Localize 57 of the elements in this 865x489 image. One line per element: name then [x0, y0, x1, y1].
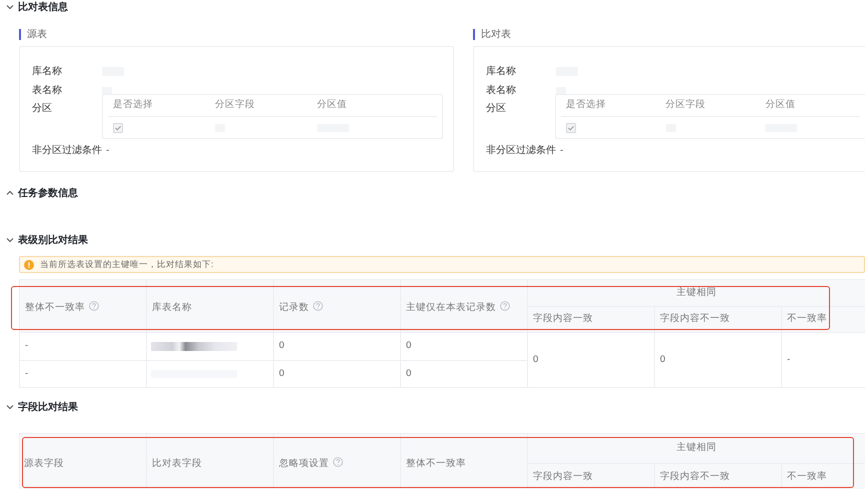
section-title[interactable]: 表级别比对结果 — [18, 232, 88, 248]
column-header: 比对表字段 — [146, 434, 274, 489]
section-title[interactable]: 字段比对结果 — [18, 400, 78, 414]
chevron-down-icon[interactable] — [6, 404, 14, 410]
help-icon[interactable] — [313, 301, 323, 311]
column-header: 不一致率 — [782, 464, 865, 489]
field-label: 分区 — [486, 102, 507, 116]
table-cell: 0 — [654, 332, 782, 388]
help-icon[interactable] — [500, 301, 510, 311]
chevron-down-icon[interactable] — [6, 4, 14, 10]
column-header: 记录数 — [274, 280, 400, 332]
table-cell: 0 — [274, 332, 400, 360]
help-icon[interactable] — [89, 301, 99, 311]
field-label: 表名称 — [486, 84, 517, 98]
accent-bar — [19, 29, 21, 40]
column-header: 字段内容一致 — [528, 306, 654, 332]
field-label: 非分区过滤条件 — [32, 144, 102, 158]
table-cell: 0 — [274, 360, 400, 388]
panel-title: 源表 — [27, 29, 47, 42]
chevron-down-icon[interactable] — [6, 237, 14, 243]
column-header: 库表名称 — [146, 280, 274, 332]
column-header: 分区字段 — [214, 98, 256, 112]
column-header: 字段内容不一致 — [654, 464, 782, 489]
column-header: 分区字段 — [664, 98, 707, 112]
help-icon[interactable] — [333, 457, 343, 467]
field-label: 分区 — [32, 102, 53, 116]
table-cell: - — [20, 332, 146, 360]
column-header: 忽略项设置 — [274, 434, 400, 489]
column-header: 字段内容一致 — [528, 464, 654, 489]
column-header: 源表字段 — [20, 434, 146, 489]
column-header: 不一致率 — [782, 306, 865, 332]
field-value: - — [560, 144, 564, 158]
column-header: 分区值 — [316, 98, 348, 112]
column-group-header: 主键相同 — [528, 280, 865, 306]
section-title[interactable]: 比对表信息 — [18, 0, 68, 14]
panel-title: 比对表 — [481, 29, 511, 42]
field-label: 库名称 — [486, 64, 517, 79]
field-label: 非分区过滤条件 — [486, 144, 556, 158]
column-header: 主键仅在本表记录数 — [400, 280, 528, 332]
column-header: 分区值 — [764, 98, 796, 112]
column-header: 整体不一致率 — [400, 434, 528, 489]
chevron-up-icon[interactable] — [6, 190, 14, 196]
table-cell: 0 — [528, 332, 654, 388]
field-label: 表名称 — [32, 84, 63, 98]
column-header: 是否选择 — [112, 98, 154, 112]
column-header: 是否选择 — [565, 98, 607, 112]
accent-bar — [473, 29, 475, 40]
column-header: 整体不一致率 — [20, 280, 146, 332]
section-title[interactable]: 任务参数信息 — [18, 186, 78, 200]
table-cell: 0 — [400, 332, 528, 360]
column-header: 字段内容不一致 — [654, 306, 782, 332]
field-label: 库名称 — [32, 64, 63, 79]
warning-icon — [24, 260, 34, 270]
alert-text: 当前所选表设置的主键唯一，比对结果如下: — [40, 258, 214, 271]
field-value: - — [106, 144, 110, 158]
table-cell: - — [20, 360, 146, 388]
column-group-header: 主键相同 — [528, 434, 865, 464]
